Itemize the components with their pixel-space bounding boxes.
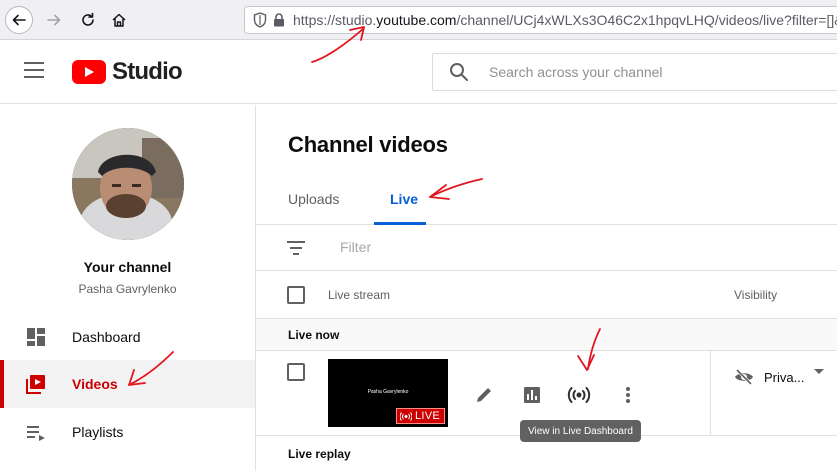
- section-label: Live replay: [288, 447, 351, 461]
- youtube-play-icon: [72, 60, 106, 84]
- sidebar-item-dashboard[interactable]: Dashboard: [0, 313, 255, 361]
- dashboard-icon: [27, 328, 45, 346]
- tooltip: View in Live Dashboard: [520, 420, 641, 442]
- arrow-right-icon: [47, 14, 61, 26]
- tab-uploads[interactable]: Uploads: [288, 191, 339, 207]
- thumbnail-text: Pasha Gavrylenko: [367, 389, 409, 395]
- browser-toolbar: https://studio.youtube.com/channel/UCj4x…: [0, 0, 837, 40]
- live-dashboard-button[interactable]: [567, 383, 591, 407]
- home-icon: [112, 13, 126, 27]
- menu-icon[interactable]: [24, 62, 46, 82]
- sidebar-item-label: Playlists: [72, 424, 124, 440]
- section-label: Live now: [288, 328, 340, 342]
- select-all-checkbox[interactable]: [287, 286, 305, 304]
- sidebar: Your channel Pasha Gavrylenko Dashboard …: [0, 105, 256, 471]
- reload-button[interactable]: [74, 6, 102, 34]
- sidebar-item-videos[interactable]: Videos: [0, 360, 255, 408]
- playlists-icon: [27, 426, 45, 441]
- search-input[interactable]: Search across your channel: [489, 64, 663, 80]
- arrow-left-icon: [12, 14, 26, 26]
- video-thumbnail[interactable]: Pasha Gavrylenko LIVE: [328, 359, 448, 427]
- studio-logo[interactable]: Studio: [72, 58, 183, 86]
- row-checkbox[interactable]: [287, 363, 305, 381]
- sidebar-item-label: Videos: [72, 376, 118, 392]
- chevron-down-icon[interactable]: [814, 369, 824, 374]
- sidebar-item-label: Dashboard: [72, 329, 141, 345]
- search-box[interactable]: Search across your channel: [432, 53, 837, 91]
- back-button[interactable]: [5, 6, 33, 34]
- page-title: Channel videos: [288, 132, 448, 157]
- tab-bar: Uploads Live: [256, 179, 837, 225]
- broadcast-icon: [399, 411, 412, 421]
- tab-live[interactable]: Live: [390, 191, 418, 207]
- section-header-live-now: Live now: [256, 319, 837, 351]
- column-divider: [710, 351, 711, 435]
- broadcast-icon: [567, 387, 591, 403]
- filter-icon[interactable]: [286, 240, 306, 256]
- main-content: Channel videos Uploads Live Filter Live …: [256, 105, 837, 471]
- eye-off-icon: [735, 369, 753, 385]
- analytics-button[interactable]: [520, 383, 544, 407]
- forward-button[interactable]: [40, 6, 68, 34]
- url-text: https://studio.youtube.com/channel/UCj4x…: [293, 12, 837, 28]
- address-bar[interactable]: https://studio.youtube.com/channel/UCj4x…: [244, 6, 837, 34]
- channel-name: Pasha Gavrylenko: [78, 282, 177, 296]
- analytics-icon: [524, 387, 540, 403]
- visibility-value: Priva...: [764, 369, 805, 385]
- avatar[interactable]: [72, 128, 184, 240]
- more-options-button[interactable]: [616, 383, 640, 407]
- logo-text: Studio: [112, 58, 183, 85]
- table-header: Live stream Visibility: [256, 271, 837, 319]
- reload-icon: [82, 12, 94, 26]
- column-header-live-stream[interactable]: Live stream: [328, 288, 390, 302]
- shield-icon[interactable]: [253, 11, 267, 29]
- pencil-icon: [477, 388, 491, 402]
- search-icon: [450, 63, 468, 81]
- more-vert-icon: [626, 387, 630, 403]
- sidebar-item-playlists[interactable]: Playlists: [0, 408, 255, 456]
- live-badge: LIVE: [395, 408, 445, 424]
- lock-icon[interactable]: [273, 11, 285, 29]
- videos-icon: [26, 375, 45, 394]
- channel-label: Your channel: [83, 259, 172, 275]
- column-header-visibility[interactable]: Visibility: [734, 288, 777, 302]
- visibility-dropdown[interactable]: Priva...: [734, 369, 804, 385]
- filter-input[interactable]: Filter: [340, 239, 371, 255]
- edit-button[interactable]: [472, 383, 496, 407]
- filter-row: Filter: [256, 225, 837, 271]
- studio-header: Studio Search across your channel: [0, 40, 837, 104]
- tooltip-text: View in Live Dashboard: [528, 425, 633, 437]
- home-button[interactable]: [105, 6, 133, 34]
